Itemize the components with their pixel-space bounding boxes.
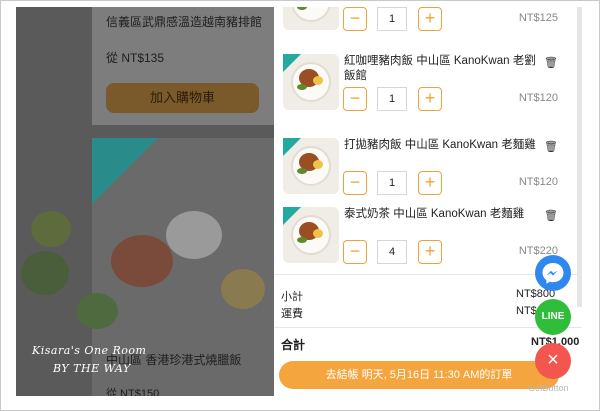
item-thumbnail <box>283 7 339 30</box>
decrease-quantity-button[interactable]: − <box>343 171 367 195</box>
increase-quantity-button[interactable]: + <box>418 240 442 264</box>
discount-badge <box>283 138 301 156</box>
messenger-icon <box>542 263 564 284</box>
decrease-quantity-button[interactable]: − <box>343 7 367 31</box>
line-icon: LINE <box>541 311 565 322</box>
cart-item: 泰式奶茶 中山區 KanoKwan 老麵雞 🗑 − 4 + NT$220 <box>281 207 571 274</box>
menu-card-2-badge <box>92 138 158 204</box>
food-photo <box>21 251 69 295</box>
increase-quantity-button[interactable]: + <box>418 7 442 31</box>
menu-card-2-title: 中山區 香港珍港式燒臘飯 <box>106 353 242 367</box>
food-photo <box>111 235 173 287</box>
screenshot-frame: 信義區武鼎感溫造越南豬排館 從 NT$135 加入購物車 Kisara's On… <box>0 0 600 411</box>
item-price: NT$120 <box>518 176 558 188</box>
subtotal-label: 小計 <box>281 291 303 303</box>
close-icon: × <box>547 349 559 371</box>
trash-icon[interactable]: 🗑 <box>544 140 558 153</box>
quantity-input[interactable]: 1 <box>377 87 407 111</box>
menu-card-2-price: 從 NT$150 <box>106 388 160 396</box>
decrease-quantity-button[interactable]: − <box>343 240 367 264</box>
discount-badge <box>283 54 301 72</box>
add-to-cart-button[interactable]: 加入購物車 <box>106 83 259 113</box>
item-name: 泰式奶茶 中山區 KanoKwan 老麵雞 <box>344 208 525 220</box>
checkout-button[interactable]: 去結帳 明天, 5月16日 11:30 AM的訂單 <box>279 361 559 389</box>
food-photo <box>76 293 118 329</box>
cart-item: − 1 + NT$125 <box>281 7 571 41</box>
quantity-input[interactable]: 1 <box>377 7 407 31</box>
shipping-label: 運費 <box>281 308 303 320</box>
menu-card-1-price: 從 NT$135 <box>106 51 165 65</box>
menu-card-1-title: 信義區武鼎感溫造越南豬排館 <box>106 15 263 29</box>
close-button[interactable]: × <box>535 343 571 379</box>
quantity-input[interactable]: 4 <box>377 240 407 264</box>
increase-quantity-button[interactable]: + <box>418 87 442 111</box>
quantity-input[interactable]: 1 <box>377 171 407 195</box>
food-photo <box>166 211 222 259</box>
trash-icon[interactable]: 🗑 <box>544 209 558 222</box>
food-photo <box>31 211 71 247</box>
food-photo <box>221 269 265 309</box>
cart-item: 打拋豬肉飯 中山區 KanoKwan 老麵雞 🗑 − 1 + NT$120 <box>281 138 571 205</box>
messenger-button[interactable] <box>535 255 571 291</box>
cart-item: 紅咖哩豬肉飯 中山區 KanoKwan 老劉飯館 🗑 − 1 + NT$120 <box>281 54 571 121</box>
increase-quantity-button[interactable]: + <box>418 171 442 195</box>
line-button[interactable]: LINE <box>535 299 571 335</box>
shipping-value: NT$ <box>516 305 537 317</box>
total-label: 合計 <box>281 338 306 352</box>
decrease-quantity-button[interactable]: − <box>343 87 367 111</box>
trash-icon[interactable]: 🗑 <box>544 56 558 69</box>
app-screen: 信義區武鼎感溫造越南豬排館 從 NT$135 加入購物車 Kisara's On… <box>16 7 582 396</box>
item-price: NT$125 <box>518 12 558 24</box>
background-overlay[interactable]: 信義區武鼎感溫造越南豬排館 從 NT$135 加入購物車 Kisara's On… <box>16 7 274 396</box>
item-name: 紅咖哩豬肉飯 中山區 KanoKwan 老劉飯館 <box>344 55 536 82</box>
item-name: 打拋豬肉飯 中山區 KanoKwan 老麵雞 <box>344 139 536 151</box>
cart-scrollbar[interactable] <box>577 7 582 307</box>
getbutton-credit[interactable]: GetButton <box>528 383 569 393</box>
item-price: NT$120 <box>518 92 558 104</box>
discount-badge <box>283 207 301 225</box>
divider <box>274 327 582 328</box>
